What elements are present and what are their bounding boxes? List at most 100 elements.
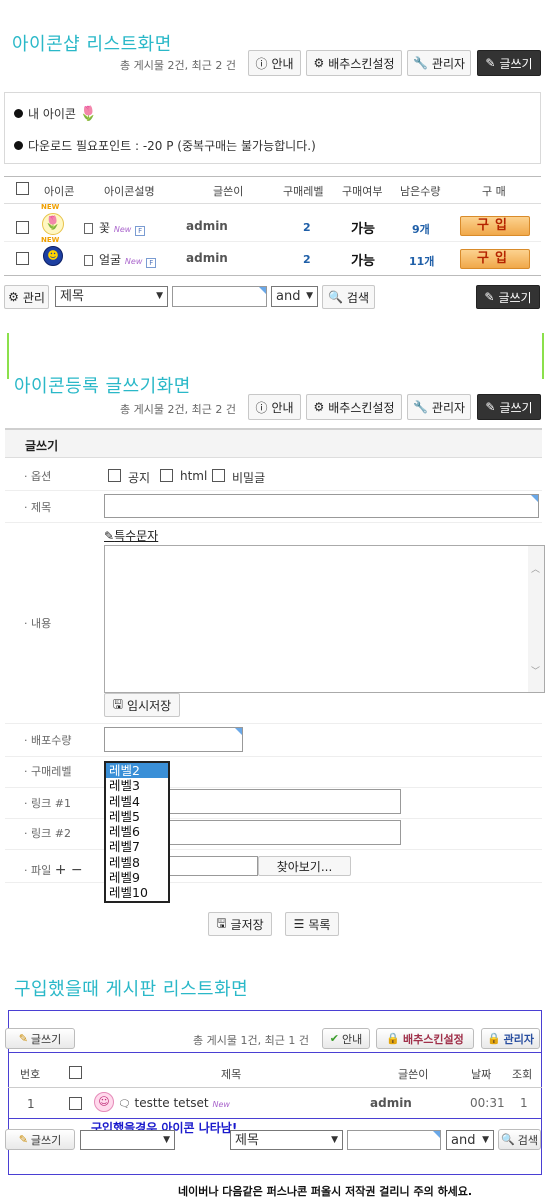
row-author: admin [186, 251, 228, 265]
special-chars-link[interactable]: ✎특수문자 [104, 527, 158, 544]
html-label: html [180, 469, 208, 483]
category-select[interactable]: ▼ [80, 1130, 175, 1150]
chevron-down-icon: ▼ [163, 1135, 170, 1145]
add-remove-file-icons[interactable]: + − [55, 862, 83, 878]
listbox-option[interactable]: 레벨8 [106, 855, 168, 870]
quantity-input[interactable] [104, 727, 243, 752]
row-checkbox[interactable] [69, 1097, 82, 1110]
info-button[interactable]: ⓘ 안내 [248, 394, 301, 420]
pencil-icon: ✎ [485, 56, 496, 70]
info-icon: ⓘ [255, 400, 268, 415]
search-operator-select[interactable]: and ▼ [271, 286, 318, 307]
row-checkbox[interactable] [16, 221, 29, 234]
accent-bar-right [542, 333, 544, 379]
lock-icon: 🔒 [386, 1032, 400, 1045]
col-icon: 아이콘 [44, 185, 75, 198]
row-author: admin [186, 219, 228, 233]
row-subject[interactable]: 🗨 testte tetset New [118, 1096, 230, 1110]
file-label: · 파일 + − [24, 862, 83, 878]
gear-icon: ⚙ [313, 400, 325, 414]
col-buy-level: 구매레벨 [283, 185, 324, 198]
listbox-option[interactable]: 레벨6 [106, 824, 168, 839]
save-post-button[interactable]: 🖫 글저장 [208, 912, 272, 936]
admin-button[interactable]: 🔒 관리자 [481, 1028, 540, 1049]
notice-label: 공지 [128, 471, 151, 485]
search-button[interactable]: 🔍 검색 [322, 285, 375, 309]
chevron-down-icon: ▼ [482, 1135, 489, 1145]
content-label: · 내용 [24, 617, 52, 630]
col-description: 아이콘설명 [104, 185, 155, 198]
row-remaining: 11개 [409, 255, 435, 268]
my-icon-panel: 내 아이콘 🌷 다운로드 필요포인트 : -20 P (중복구매는 불가능합니다… [4, 92, 541, 164]
list-button[interactable]: ☰ 목록 [285, 912, 339, 936]
write-button-bottom[interactable]: ✎ 글쓰기 [5, 1129, 75, 1150]
buy-level-listbox[interactable]: 레벨2 레벨3 레벨4 레벨5 레벨6 레벨7 레벨8 레벨9 레벨10 [104, 761, 170, 903]
admin-button[interactable]: 🔧 관리자 [407, 50, 471, 76]
search-field-select[interactable]: 제목 ▼ [230, 1130, 343, 1150]
skin-settings-button[interactable]: 🔒 배추스킨설정 [376, 1028, 474, 1049]
gear-icon: ⚙ [313, 56, 325, 70]
content-textarea[interactable]: ︿ ﹀ [104, 545, 545, 693]
search-input[interactable] [347, 1130, 441, 1150]
skin-settings-button[interactable]: ⚙ 배추스킨설정 [306, 394, 402, 420]
speech-bubble-icon: 🗨 [118, 1099, 131, 1110]
row-title[interactable]: 꽃 New F [84, 219, 146, 236]
temp-save-button[interactable]: 🖫 임시저장 [104, 693, 180, 717]
row-title[interactable]: 얼굴 New F [84, 251, 157, 268]
row-date: 00:31 [470, 1096, 505, 1110]
write-button[interactable]: ✎ 글쓰기 [477, 394, 541, 420]
buy-button[interactable]: 구입 [460, 216, 530, 236]
row-level: 2 [303, 253, 311, 266]
wrench-icon: 🔧 [412, 56, 428, 70]
scroll-up-icon: ︿ [531, 565, 541, 575]
col-purchasable: 구매여부 [342, 185, 383, 198]
section1-title: 아이콘샵 리스트화면 [12, 34, 172, 55]
listbox-option[interactable]: 레벨10 [106, 885, 168, 900]
search-field-select[interactable]: 제목 ▼ [55, 286, 168, 307]
info-button[interactable]: ⓘ 안내 [248, 50, 301, 76]
listbox-option[interactable]: 레벨2 [106, 763, 168, 779]
row-checkbox[interactable] [16, 252, 29, 265]
write-button[interactable]: ✎ 글쓰기 [477, 50, 541, 76]
write-button[interactable]: ✎ 글쓰기 [5, 1028, 75, 1049]
info-button[interactable]: ✔ 안내 [322, 1028, 370, 1049]
secret-checkbox[interactable] [212, 469, 225, 482]
gear-icon: ⚙ [8, 290, 19, 304]
row-number: 1 [27, 1097, 35, 1111]
select-all-checkbox[interactable] [16, 182, 29, 195]
buy-button[interactable]: 구입 [460, 249, 530, 269]
listbox-option[interactable]: 레벨4 [106, 794, 168, 809]
listbox-option[interactable]: 레벨9 [106, 870, 168, 885]
write-button-bottom[interactable]: ✎ 글쓰기 [476, 285, 540, 309]
save-icon: 🖫 [112, 696, 124, 711]
lock-icon: 🔒 [486, 1032, 501, 1045]
face-icon: ☻ [43, 246, 63, 266]
browse-button[interactable]: 찾아보기... [258, 856, 351, 876]
listbox-option[interactable]: 레벨3 [106, 778, 168, 793]
notice-checkbox[interactable] [108, 469, 121, 482]
new-badge: NEW [41, 236, 60, 244]
scrollbar[interactable]: ︿ ﹀ [528, 546, 544, 692]
form-header: 글쓰기 [5, 428, 542, 458]
link2-label: · 링크 #2 [24, 827, 71, 840]
pencil-icon: ✎ [485, 400, 496, 414]
listbox-option[interactable]: 레벨7 [106, 839, 168, 854]
listbox-option[interactable]: 레벨5 [106, 809, 168, 824]
col-author: 글쓴이 [213, 185, 244, 198]
html-checkbox[interactable] [160, 469, 173, 482]
col-author: 글쓴이 [398, 1068, 429, 1081]
search-button[interactable]: 🔍 검색 [498, 1129, 541, 1150]
section3-title: 구입했을때 게시판 리스트화면 [14, 979, 249, 1000]
select-all-checkbox[interactable] [69, 1066, 82, 1079]
manage-button[interactable]: ⚙ 관리 [4, 285, 49, 309]
list-icon: ☰ [293, 917, 305, 931]
search-operator-select[interactable]: and ▼ [446, 1130, 494, 1150]
new-badge: NEW [41, 203, 60, 211]
required-points-line: 다운로드 필요포인트 : -20 P (중복구매는 불가능합니다.) [14, 137, 316, 154]
skin-settings-button[interactable]: ⚙ 배추스킨설정 [306, 50, 402, 76]
search-input[interactable] [172, 286, 267, 307]
admin-button[interactable]: 🔧 관리자 [407, 394, 471, 420]
subject-input[interactable] [104, 494, 539, 518]
accent-bar-left [7, 333, 9, 379]
flower-icon: 🌷 [42, 213, 64, 235]
